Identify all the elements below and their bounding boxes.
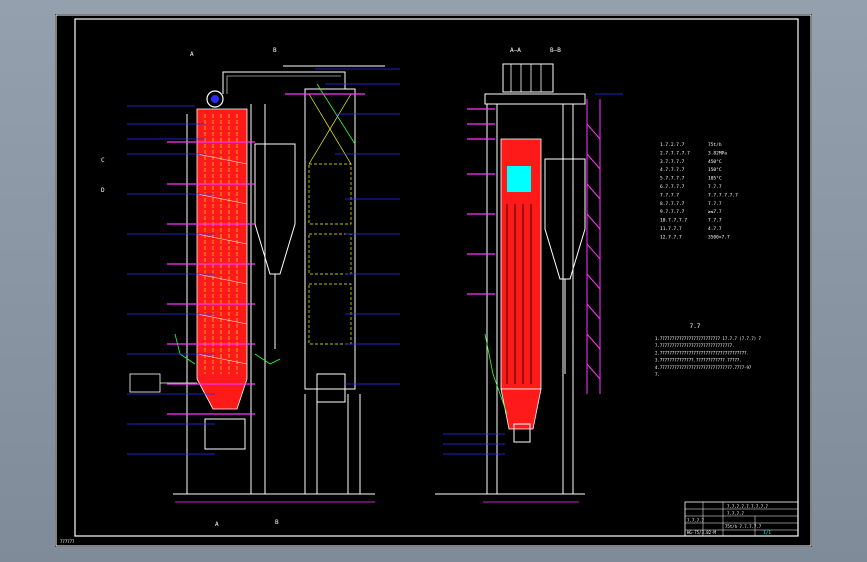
notes-title: 7.7 (690, 323, 701, 330)
spec-row-key: 9.7.7.7.7 (660, 209, 685, 215)
spec-row-value: 150°C (708, 167, 722, 173)
section-mark-c: C (101, 157, 105, 164)
side-furnace-hopper (500, 388, 542, 430)
fan-unit (129, 373, 161, 393)
technical-notes: 7.7 1.7777777777777777777777777 17.7.7 (… (655, 323, 762, 377)
side-drum-house (502, 63, 554, 93)
side-platforms (467, 108, 495, 295)
notes-line: 7.777777777777777777777777777777. (655, 343, 734, 348)
outer-border (55, 14, 812, 547)
spec-row-value: 4.7.7 (708, 226, 722, 232)
spec-row-value: 75t/h (708, 142, 722, 148)
spec-row-key: 8.7.7.7.7 (660, 201, 685, 207)
notes-line: 4.777777777777777777777777777777.7777-97 (655, 365, 752, 370)
cyclone-separator (254, 143, 296, 275)
cad-viewport[interactable]: A B A B C D A—A B—B 1.7.2.7.7 75t/h 2.7.… (0, 0, 867, 562)
spec-row-value: 105°C (708, 176, 722, 182)
notes-line: 1.7777777777777777777777777 17.7.7 (7.7.… (655, 336, 762, 341)
title-block-sheet-number: 1/1 (763, 530, 771, 536)
technical-spec-table: 1.7.2.7.7 75t/h 2.7.7.7.7.7 3.82MPa 3.7.7.7.… (660, 142, 738, 240)
air-box (204, 418, 246, 450)
side-cyclone (544, 158, 586, 280)
spec-row-key: 3.7.7.7.7 (660, 159, 685, 165)
spec-row-value: 7.7.7 (708, 218, 722, 224)
inner-border (74, 18, 799, 537)
section-mark-a-top: A (190, 51, 194, 58)
section-mark-b-top: B (273, 47, 277, 54)
backpass-heating-surfaces (308, 93, 352, 345)
spec-row-key: 7.7.7.7 (660, 192, 679, 198)
side-window (507, 166, 531, 192)
spec-row-key: 6.7.7.7.7 (660, 184, 685, 190)
side-elevation-view: A—A B—B (435, 47, 623, 503)
spec-row-value: 3.82MPa (708, 150, 727, 156)
boiler-drawing: A B A B C D A—A B—B 1.7.2.7.7 75t/h2.7.7… (55, 14, 812, 547)
section-mark-d: D (101, 187, 105, 194)
section-mark-a-bottom: A (215, 521, 219, 528)
title-block-row-2: 7.7.7.7 (727, 511, 744, 516)
side-view-title-bb: B—B (550, 47, 561, 54)
steam-pipe-inner (226, 75, 341, 94)
section-mark-b-bottom: B (275, 519, 279, 526)
title-block-row-3: 7.7.7.7 (687, 518, 704, 523)
notes-line: 2.777777777777777777777777777777777777. (655, 350, 749, 355)
title-block: 7.7.7.7.7.7.7.7.7 7.7.7.7 7.7.7.7 75t/h … (684, 501, 799, 537)
title-block-drawing-no: HG-75/3.82-M (687, 530, 716, 535)
right-leader-lines (315, 68, 400, 385)
front-elevation-view: A B A B C D (101, 47, 400, 528)
spec-row-key: 2.7.7.7.7.7 (660, 150, 690, 156)
title-block-row-1: 7.7.7.7.7.7.7.7.7 (727, 504, 769, 509)
side-stair-tower (586, 99, 601, 394)
drawing-sheet: A B A B C D A—A B—B 1.7.2.7.7 75t/h 2.7.… (55, 14, 812, 547)
steam-pipe (222, 71, 346, 94)
spec-row-key: 10.7.7.7.7 (660, 218, 687, 224)
notes-line: 3.77777777777777.777777777777.77777. (655, 358, 742, 363)
spec-row-value: 7.7.7 (708, 184, 722, 190)
economizer-hopper (316, 373, 346, 403)
drum-core (211, 95, 219, 103)
title-block-row-4: 75t/h 7.7.7.7.7 (725, 524, 762, 529)
spec-row-key: 1.7.2.7.7 (660, 142, 685, 148)
spec-row-value: ≥≤7.7 (708, 209, 722, 215)
side-stacks (510, 64, 542, 92)
spec-row-value: 3500×7.7 (708, 234, 730, 240)
side-top-header (484, 93, 586, 105)
spec-row-key: 11.7.7.7 (660, 226, 682, 232)
side-view-title-aa: A—A (510, 47, 521, 54)
spec-row-value: 7.7.7.7.7.7 (708, 192, 738, 198)
notes-line: 7. (655, 372, 660, 377)
spec-row-key: 12.7.7.7 (660, 234, 682, 240)
spec-row-key: 4.7.7.7.7 (660, 167, 685, 173)
spec-row-value: 450°C (708, 159, 722, 165)
spec-row-key: 5.7.7.7.7 (660, 176, 685, 182)
bottom-left-stamp: 777777 (60, 539, 75, 544)
spec-row-value: 7.7.7 (708, 201, 722, 207)
